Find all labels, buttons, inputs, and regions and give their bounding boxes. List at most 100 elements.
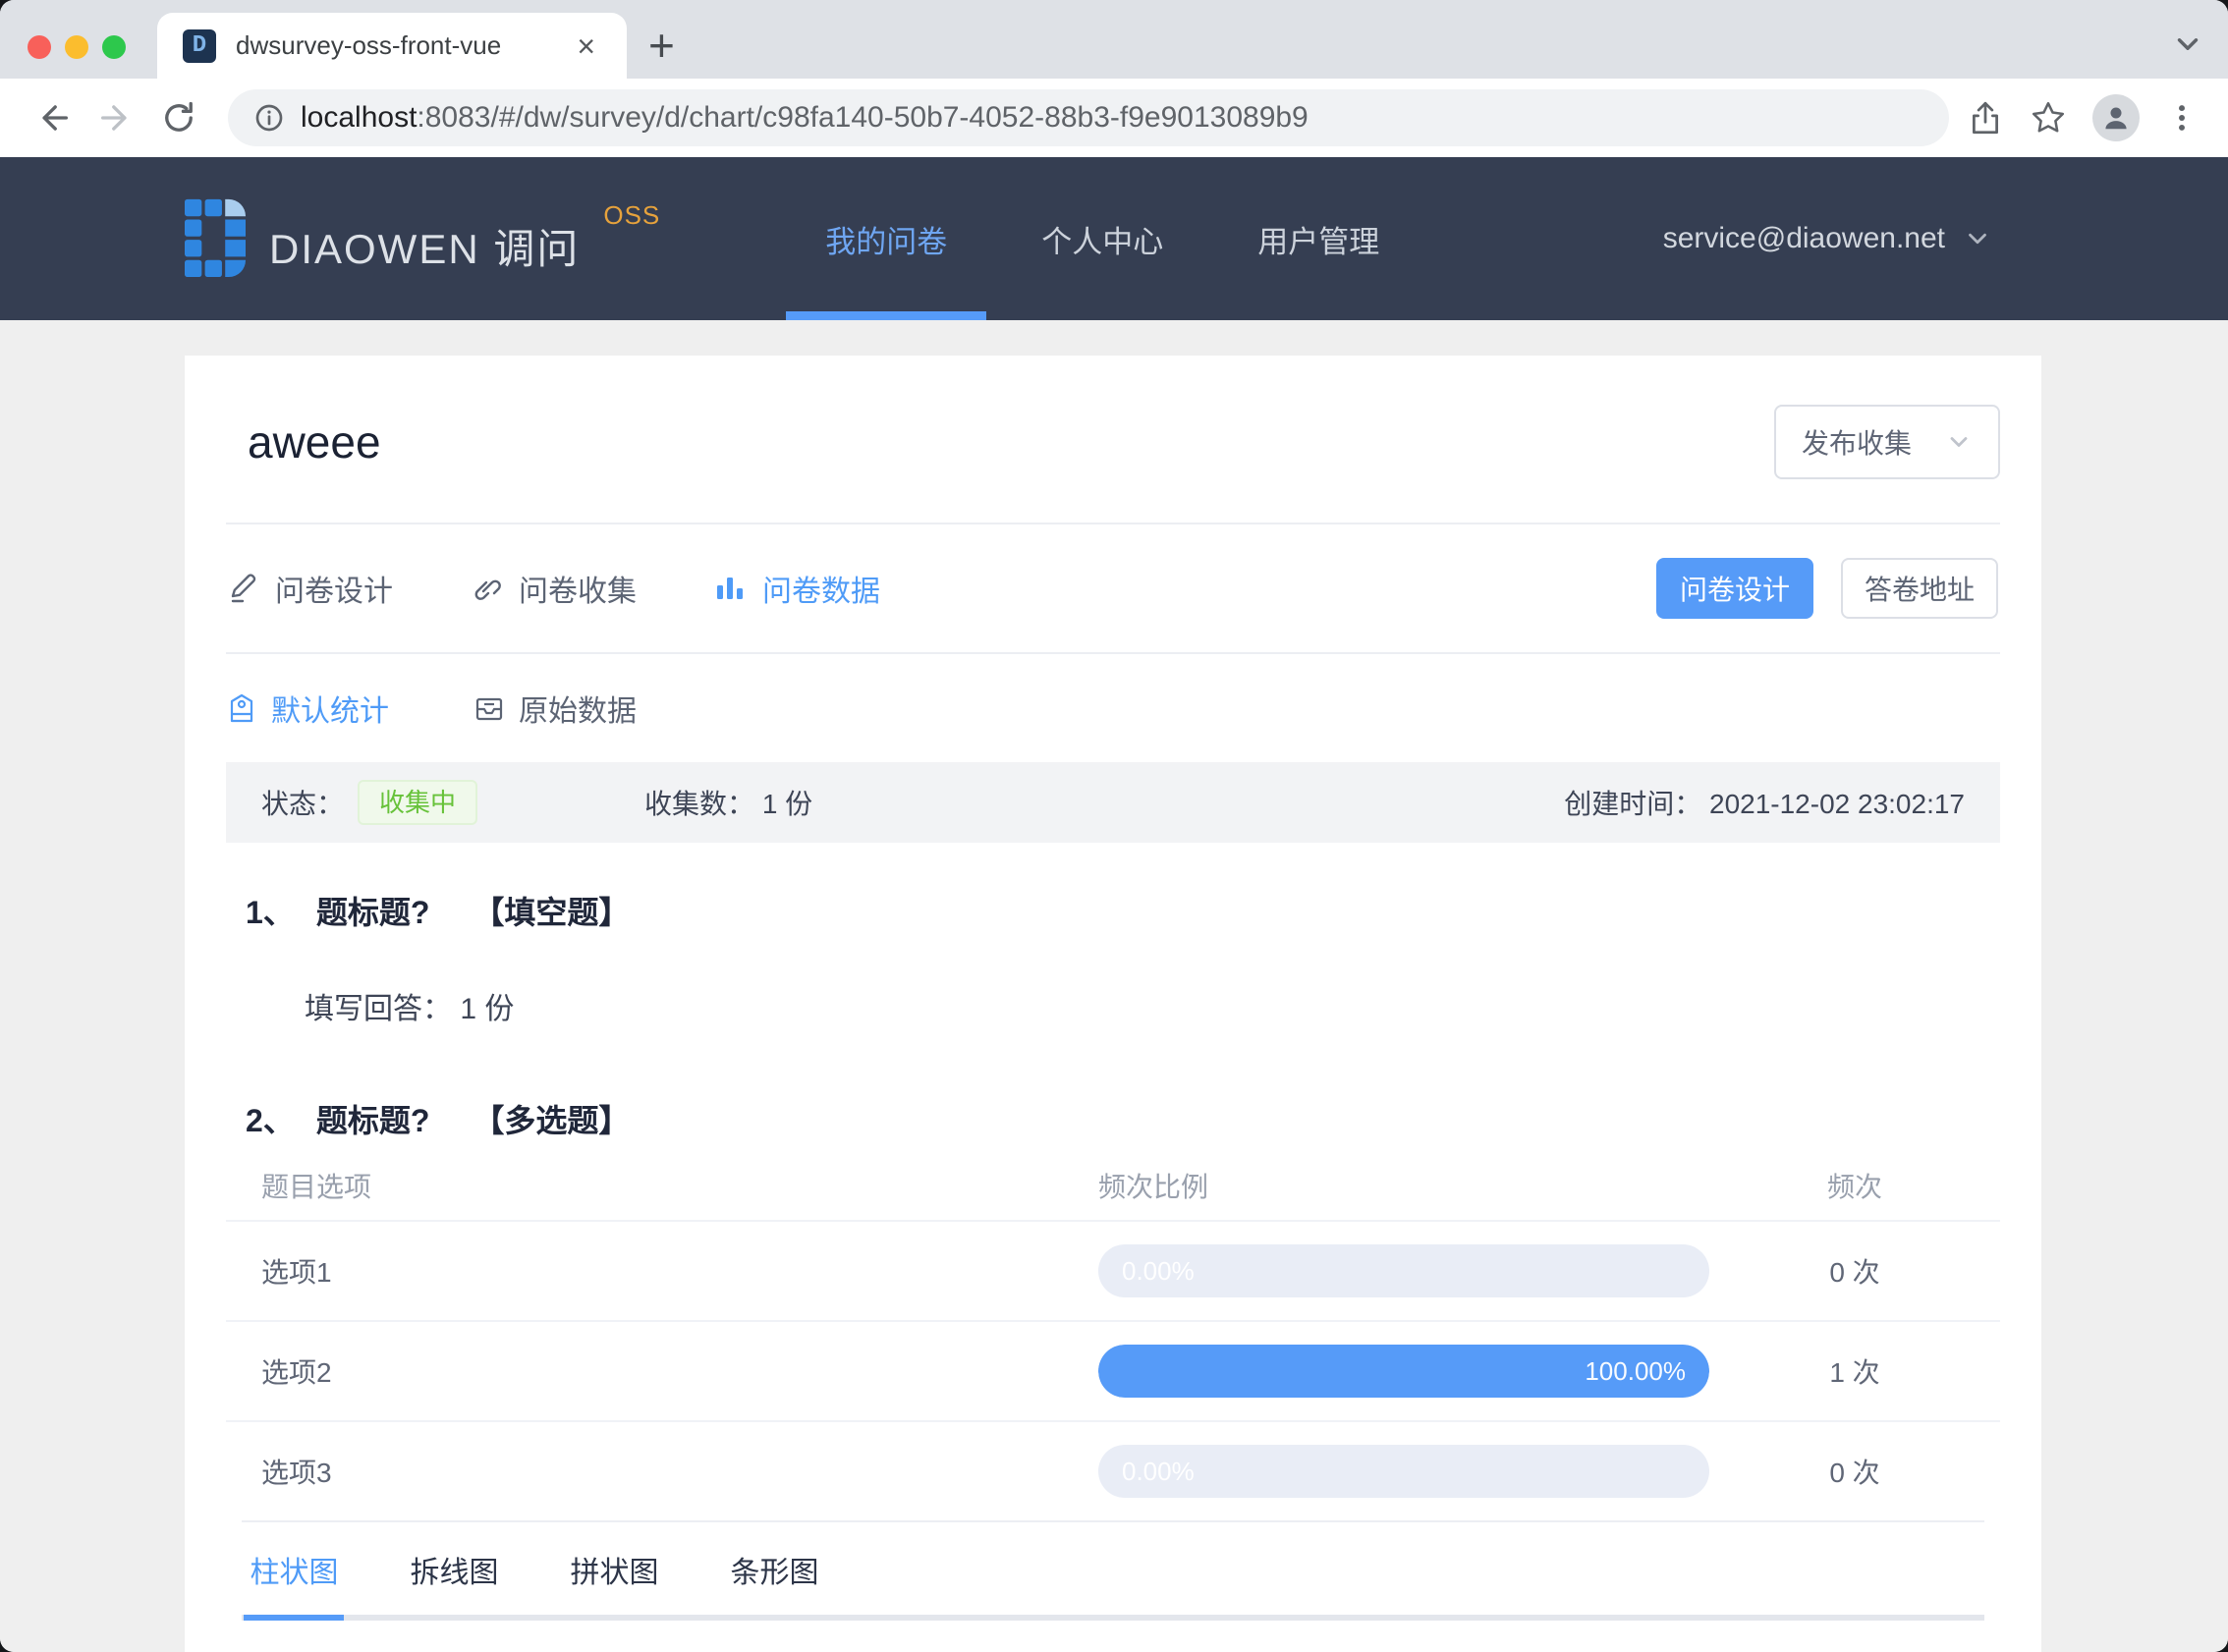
tab-survey-data[interactable]: 问卷数据 <box>713 567 880 610</box>
collect-count-label: 收集数： <box>644 789 755 819</box>
ratio-bar: 0.00% <box>1098 1445 1709 1498</box>
answer-value: 1 份 <box>460 993 515 1025</box>
reload-icon[interactable] <box>147 98 210 138</box>
table-row: 选项3 0.00% 0 次 <box>226 1420 2000 1520</box>
chrome-toolbar: localhost:8083/#/dw/survey/d/chart/c98fa… <box>0 79 2228 157</box>
question-2: 2、 题标题? 【多选题】 题目选项 频次比例 频次 选项1 0.00% 0 次… <box>226 1096 2000 1520</box>
tab-label: 问卷数据 <box>762 576 880 608</box>
tab-label: 问卷收集 <box>519 576 637 608</box>
nav-item-personal-center[interactable]: 个人中心 <box>1006 157 1198 320</box>
question-1-answer: 填写回答： 1 份 <box>305 984 2000 1027</box>
ratio-bar: 100.00% <box>1098 1345 1709 1398</box>
archive-icon <box>475 697 503 721</box>
option-label: 选项3 <box>261 1458 332 1488</box>
survey-title: aweee <box>248 416 381 468</box>
created-time-value: 2021-12-02 23:02:17 <box>1709 789 1965 819</box>
table-row: 选项1 0.00% 0 次 <box>226 1220 2000 1320</box>
chart-tab-column[interactable]: 柱状图 <box>244 1548 345 1591</box>
share-icon[interactable] <box>1967 99 2004 137</box>
bar-chart-icon <box>717 578 743 599</box>
page-background: aweee 发布收集 问卷设计 问卷收集 问卷数据 问卷设计 答卷地址 默认统计… <box>0 320 2228 1652</box>
toolbar-right <box>1967 94 2206 141</box>
brand-badge: OSS <box>603 200 661 230</box>
tab-close-icon[interactable]: × <box>571 28 601 64</box>
minimize-window-button[interactable] <box>65 35 88 59</box>
zoom-window-button[interactable] <box>102 35 126 59</box>
traffic-lights <box>28 35 126 59</box>
subtab-label: 原始数据 <box>519 695 637 728</box>
question-type: 【填空题】 <box>473 895 631 930</box>
info-icon <box>255 104 283 132</box>
account-menu[interactable]: service@diaowen.net <box>1663 222 1992 255</box>
nav-item-my-surveys[interactable]: 我的问卷 <box>786 157 987 320</box>
browser-window: D dwsurvey-oss-front-vue × + localhost:8… <box>0 0 2228 1652</box>
pencil-icon <box>231 574 256 603</box>
frequency-value: 1 次 <box>1829 1357 1880 1388</box>
chart-tab-bar[interactable]: 条形图 <box>724 1548 825 1591</box>
bookmark-star-icon[interactable] <box>2030 99 2067 137</box>
address-bar[interactable]: localhost:8083/#/dw/survey/d/chart/c98fa… <box>228 89 1949 146</box>
frequency-value: 0 次 <box>1829 1458 1880 1488</box>
url-path: :8083/#/dw/survey/d/chart/c98fa140-50b7-… <box>417 101 1309 134</box>
url-host: localhost <box>301 101 418 134</box>
subtab-label: 默认统计 <box>271 695 389 728</box>
bar-label: 100.00% <box>1585 1356 1686 1386</box>
option-label: 选项1 <box>261 1257 332 1288</box>
publish-collect-select[interactable]: 发布收集 <box>1774 405 2000 479</box>
created-time: 创建时间： 2021-12-02 23:02:17 <box>1564 783 1965 822</box>
favicon-icon: D <box>183 28 216 63</box>
survey-design-button[interactable]: 问卷设计 <box>1656 558 1813 619</box>
header-ratio: 频次比例 <box>1098 1172 1209 1202</box>
answer-url-button[interactable]: 答卷地址 <box>1841 558 1998 619</box>
account-email: service@diaowen.net <box>1662 222 1945 254</box>
collect-count-value: 1 份 <box>761 789 813 819</box>
stats-subtabs-row: 默认统计 原始数据 <box>226 654 2000 762</box>
subtab-default-stats[interactable]: 默认统计 <box>226 687 389 730</box>
status-label: 状态： <box>261 789 345 819</box>
tab-list-chevron-icon[interactable] <box>2171 28 2204 61</box>
tag-icon <box>230 693 253 723</box>
chevron-down-icon <box>1969 233 1986 245</box>
subtab-raw-data[interactable]: 原始数据 <box>473 687 637 730</box>
survey-actions: 问卷设计 答卷地址 <box>1656 558 1998 619</box>
status-badge: 收集中 <box>358 780 478 825</box>
frequency-value: 0 次 <box>1829 1257 1880 1288</box>
question-index: 2、 <box>246 1103 295 1138</box>
link-icon <box>474 579 501 600</box>
question-2-title: 2、 题标题? 【多选题】 <box>226 1096 2000 1141</box>
site-header: DIAOWEN 调问 OSS 我的问卷 个人中心 用户管理 service@di… <box>0 157 2228 320</box>
diaowen-logo-icon <box>185 198 246 278</box>
created-time-label: 创建时间： <box>1564 789 1702 819</box>
collect-count: 收集数： 1 份 <box>644 783 812 822</box>
close-window-button[interactable] <box>28 35 51 59</box>
tab-survey-collect[interactable]: 问卷收集 <box>470 567 637 610</box>
survey-tabs-row: 问卷设计 问卷收集 问卷数据 问卷设计 答卷地址 <box>226 524 2000 652</box>
new-tab-button[interactable]: + <box>648 18 675 73</box>
chart-tab-line[interactable]: 拆线图 <box>404 1548 505 1591</box>
nav-item-user-management[interactable]: 用户管理 <box>1222 157 1415 320</box>
header-option: 题目选项 <box>261 1172 372 1202</box>
question-1-title: 1、 题标题? 【填空题】 <box>226 888 2000 933</box>
back-icon[interactable] <box>22 98 84 138</box>
tab-title: dwsurvey-oss-front-vue <box>236 30 502 60</box>
profile-avatar[interactable] <box>2092 94 2140 141</box>
tab-label: 问卷设计 <box>275 576 393 608</box>
chart-tabs-track <box>242 1615 1984 1621</box>
chart-tab-pie[interactable]: 拼状图 <box>564 1548 665 1591</box>
bar-label: 0.00% <box>1122 1457 1195 1486</box>
main-nav: 我的问卷 个人中心 用户管理 <box>778 157 1426 320</box>
header-frequency: 频次 <box>1826 1172 1882 1202</box>
question-1: 1、 题标题? 【填空题】 填写回答： 1 份 <box>226 888 2000 1027</box>
survey-card: aweee 发布收集 问卷设计 问卷收集 问卷数据 问卷设计 答卷地址 默认统计… <box>185 356 2041 1652</box>
option-label: 选项2 <box>261 1357 332 1388</box>
chart-type-tabs: 柱状图 拆线图 拼状图 条形图 <box>226 1522 2000 1591</box>
answer-label: 填写回答： <box>305 993 452 1025</box>
url-text: localhost:8083/#/dw/survey/d/chart/c98fa… <box>301 101 1309 135</box>
forward-icon[interactable] <box>84 98 147 138</box>
browser-tab[interactable]: D dwsurvey-oss-front-vue × <box>157 13 627 79</box>
ratio-bar: 0.00% <box>1098 1244 1709 1297</box>
menu-dots-icon[interactable] <box>2165 101 2199 135</box>
brand[interactable]: DIAOWEN 调问 OSS <box>185 198 660 279</box>
chevron-down-icon <box>1950 437 1968 447</box>
tab-survey-design[interactable]: 问卷设计 <box>226 567 393 610</box>
